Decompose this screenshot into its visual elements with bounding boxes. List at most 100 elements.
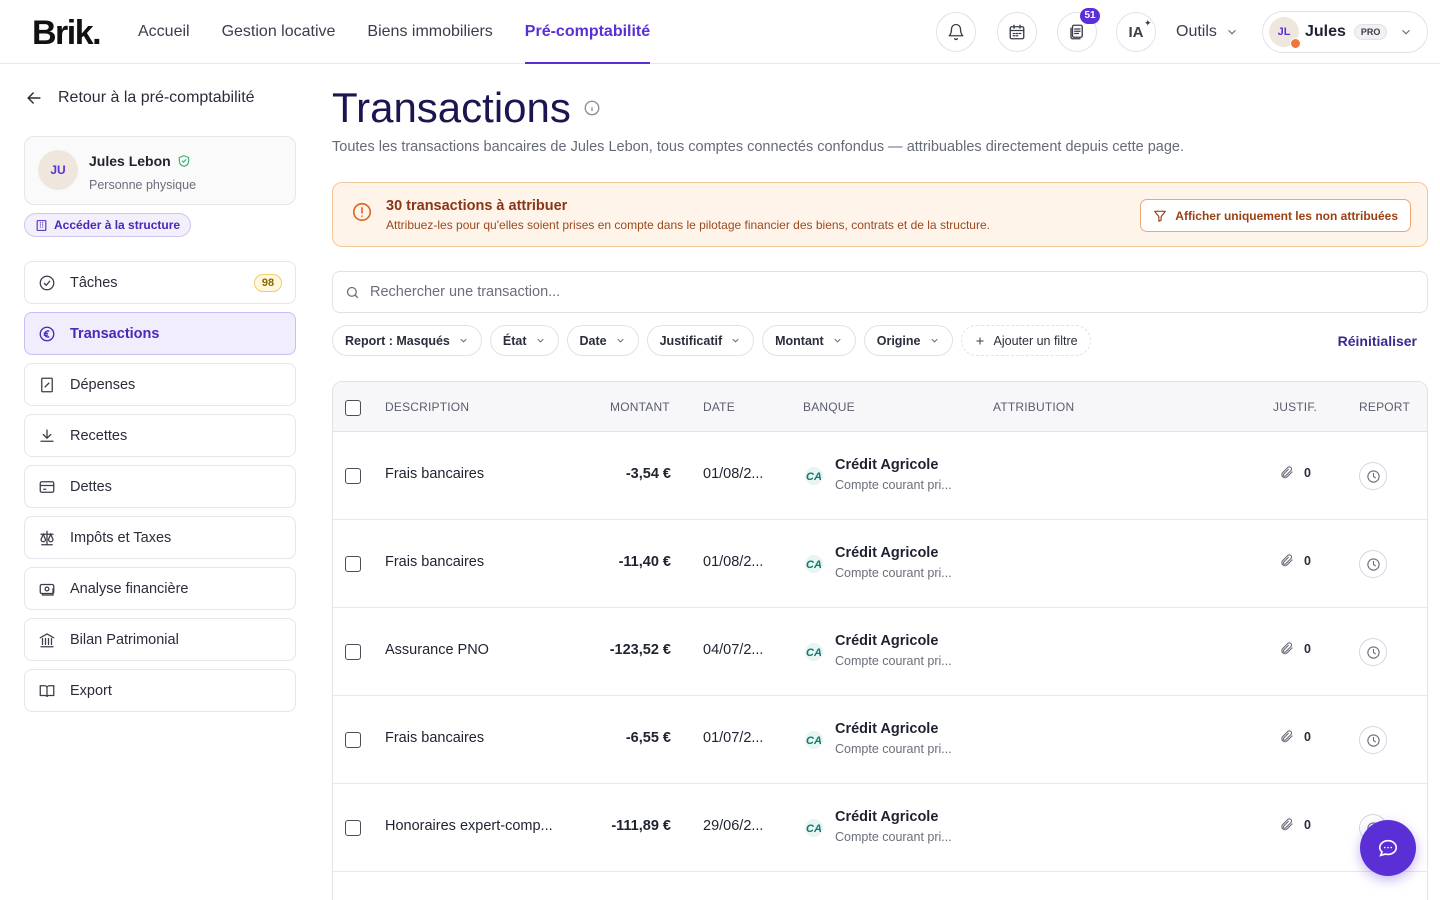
documents-badge: 51 [1080,8,1100,24]
arrow-left-icon [27,92,41,104]
nav-accueil[interactable]: Accueil [138,0,190,64]
row-report-button[interactable] [1359,462,1387,490]
filter-montant[interactable]: Montant [762,325,856,356]
nav-biens-immobiliers[interactable]: Biens immobiliers [367,0,492,64]
row-justif[interactable]: 0 [1279,817,1311,832]
chevron-down-icon [617,338,624,343]
filter-etat[interactable]: État [489,325,559,356]
filter-date[interactable]: Date [566,325,639,356]
filter-origine[interactable]: Origine [863,325,953,356]
show-unassigned-button[interactable]: Afficher uniquement les non attribuées [1140,199,1411,232]
transactions-table: DESCRIPTION MONTANT DATE BANQUE ATTRIBUT… [332,381,1428,900]
paperclip-icon [1281,642,1293,655]
row-description: Frais bancaires [385,466,485,482]
profile-type: Personne physique [89,178,197,192]
nav-pre-comptabilite[interactable]: Pré-comptabilité [524,0,651,64]
header-description[interactable]: DESCRIPTION [385,400,469,414]
row-justif[interactable]: 0 [1279,641,1311,656]
table-row[interactable]: Frais bancaires -11,40 € 01/08/2... CA Crédi… [333,520,1427,608]
receipt-icon [41,377,53,392]
row-checkbox[interactable] [345,644,361,660]
row-bank-name: Crédit Agricole [835,809,939,825]
row-checkbox[interactable] [345,556,361,572]
header-date[interactable]: DATE [703,400,735,414]
filter-justificatif[interactable]: Justificatif [646,325,755,356]
show-unassigned-label: Afficher uniquement les non attribuées [1175,208,1398,223]
table-row[interactable]: Frais bancaires -3,54 € 01/08/2... CA Crédit… [333,432,1427,520]
calendar-button[interactable] [997,12,1037,52]
paperclip-icon [1281,730,1293,743]
table-row[interactable]: Honoraires expert-comp... -111,89 € 29/06/… [333,784,1427,872]
profile-avatar: JU [38,150,78,190]
chevron-down-icon [732,338,739,343]
row-report-button[interactable] [1359,726,1387,754]
row-checkbox[interactable] [345,468,361,484]
row-report-button[interactable] [1359,638,1387,666]
sidebar-item-recettes[interactable]: Recettes [24,414,296,457]
credit-agricole-icon: CA [803,466,827,486]
row-report-button[interactable] [1359,550,1387,578]
row-date: 01/08/2... [703,554,764,570]
notifications-button[interactable] [936,12,976,52]
row-checkbox[interactable] [345,820,361,836]
add-filter-button[interactable]: Ajouter un filtre [960,325,1091,356]
sidebar-item-dettes[interactable]: Dettes [24,465,296,508]
sidebar-item-analyse[interactable]: Analyse financière [24,567,296,610]
row-justif[interactable]: 0 [1279,729,1311,744]
nav-gestion-locative[interactable]: Gestion locative [222,0,336,64]
scale-icon [40,530,54,545]
table-row[interactable]: Frais bancaires -6,55 € 01/07/2... CA Crédit… [333,696,1427,784]
bank-icon [39,632,55,647]
main-nav: Accueil Gestion locative Biens immobilie… [138,0,651,64]
sidebar-item-bilan[interactable]: Bilan Patrimonial [24,618,296,661]
paperclip-icon [1281,818,1293,831]
sidebar-item-depenses[interactable]: Dépenses [24,363,296,406]
ia-button[interactable]: IA ✦ [1116,12,1156,52]
user-initials: JL [1277,26,1291,38]
header-attribution[interactable]: ATTRIBUTION [993,400,1074,414]
sidebar-item-label: Impôts et Taxes [70,529,172,546]
credit-agricole-icon: CA [803,642,827,662]
profile-name: Jules Lebon [89,153,171,169]
search-input[interactable] [370,284,1270,300]
chevron-down-icon [834,338,841,343]
info-icon[interactable] [583,99,601,117]
chat-button[interactable] [1360,820,1416,876]
back-link[interactable]: Retour à la pré-comptabilité [24,88,255,108]
bell-icon [948,23,964,41]
documents-button[interactable]: 51 [1057,8,1100,52]
user-menu[interactable]: JL Jules PRO [1262,11,1428,53]
sidebar-item-export[interactable]: Export [24,669,296,712]
status-dot [1290,38,1301,49]
header-justif[interactable]: JUSTIF. [1273,400,1317,414]
filter-label: État [502,333,527,348]
back-label: Retour à la pré-comptabilité [58,89,255,106]
row-justif[interactable]: 0 [1279,465,1311,480]
filter-label: Origine [876,333,921,348]
filter-report[interactable]: Report : Masqués [332,325,482,356]
header-amount[interactable]: MONTANT [610,400,670,414]
documents-icon [1070,24,1083,40]
select-all-checkbox[interactable] [345,400,361,416]
row-amount: -111,89 € [611,818,671,834]
sidebar-item-taches[interactable]: Tâches 98 [24,261,296,304]
tools-menu[interactable]: Outils [1176,0,1239,64]
sidebar-item-label: Export [70,682,112,699]
sidebar-item-label: Analyse financière [70,580,189,597]
row-bank-name: Crédit Agricole [835,721,939,737]
table-row[interactable]: Assurance PNO -123,52 € 04/07/2... CA Crédit… [333,608,1427,696]
header-report[interactable]: REPORT [1359,400,1410,414]
reset-filters-link[interactable]: Réinitialiser [1338,333,1417,349]
plus-icon [976,337,983,344]
clock-icon [1366,469,1380,483]
row-checkbox[interactable] [345,732,361,748]
row-bank-name: Crédit Agricole [835,633,939,649]
row-justif[interactable]: 0 [1279,553,1311,568]
header-bank[interactable]: BANQUE [803,400,855,414]
svg-text:CA: CA [806,647,822,659]
brik-logo[interactable]: Brik. [32,14,102,53]
sidebar-item-transactions[interactable]: Transactions [24,312,296,355]
structure-link[interactable]: Accéder à la structure [24,213,192,237]
row-description: Honoraires expert-comp... [385,818,553,834]
sidebar-item-impots[interactable]: Impôts et Taxes [24,516,296,559]
